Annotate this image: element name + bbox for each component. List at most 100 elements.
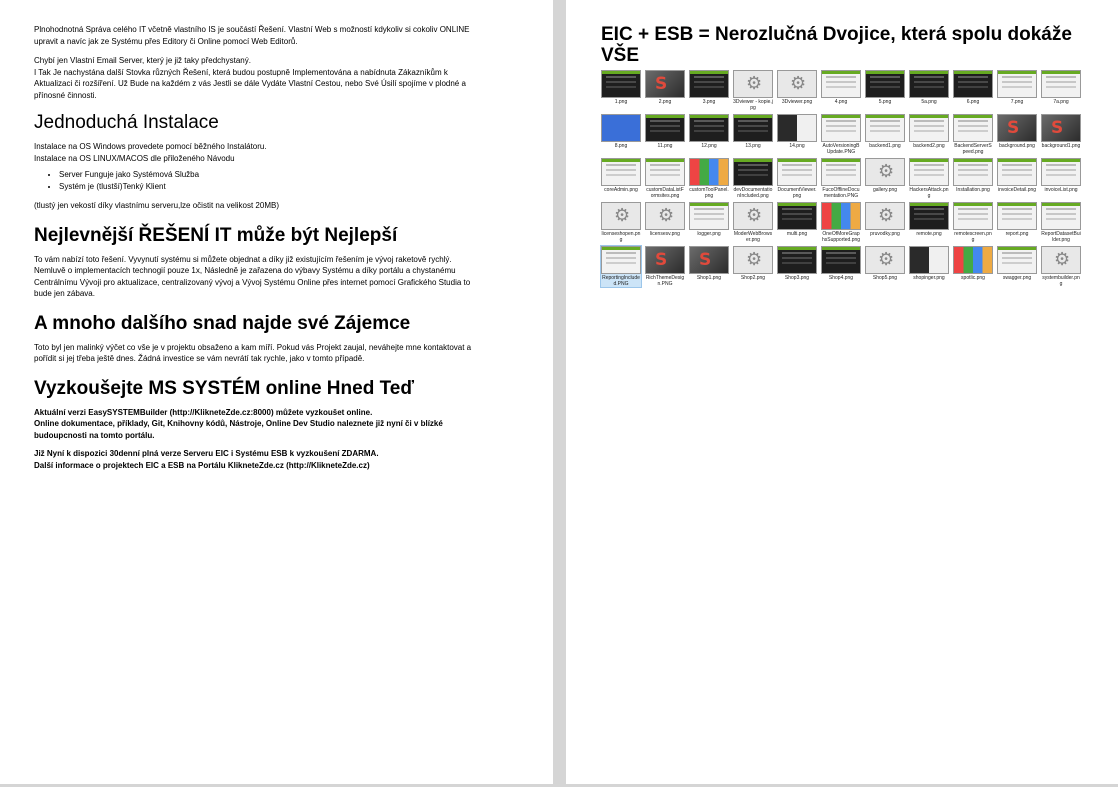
thumbnail-image[interactable] [777, 114, 817, 142]
thumbnail-image[interactable] [689, 202, 729, 230]
thumbnail-item[interactable]: 3.png [689, 70, 729, 111]
thumbnail-image[interactable]: ⚙ [733, 202, 773, 230]
thumbnail-item[interactable]: S RichThemeDesign.PNG [645, 246, 685, 287]
thumbnail-item[interactable]: ⚙ gallery.png [865, 158, 905, 199]
thumbnail-item[interactable]: backend2.png [909, 114, 949, 155]
thumbnail-image[interactable] [909, 158, 949, 186]
thumbnail-item[interactable]: 8.png [601, 114, 641, 155]
thumbnail-item[interactable]: ⚙ 3Dviewer.png [777, 70, 817, 111]
thumbnail-image[interactable]: ⚙ [733, 246, 773, 274]
thumbnail-image[interactable]: ⚙ [733, 70, 773, 98]
thumbnail-item[interactable]: Shop3.png [777, 246, 817, 287]
thumbnail-image[interactable] [821, 114, 861, 142]
thumbnail-image[interactable] [997, 202, 1037, 230]
thumbnail-item[interactable]: ReportDatasetBuilder.png [1041, 202, 1081, 243]
thumbnail-item[interactable]: ⚙ Shop2.png [733, 246, 773, 287]
thumbnail-image[interactable]: ⚙ [777, 70, 817, 98]
thumbnail-image[interactable]: ⚙ [1041, 246, 1081, 274]
thumbnail-item[interactable]: remotescreen.png [953, 202, 993, 243]
thumbnail-item[interactable]: Sbackground.png [997, 114, 1037, 155]
thumbnail-image[interactable] [601, 158, 641, 186]
thumbnail-image[interactable] [689, 70, 729, 98]
thumbnail-item[interactable]: ⚙ licensesv.png [645, 202, 685, 243]
thumbnail-item[interactable]: ⚙ pruvodky.png [865, 202, 905, 243]
thumbnail-image[interactable] [909, 202, 949, 230]
thumbnail-image[interactable] [821, 158, 861, 186]
thumbnail-image[interactable]: S [645, 70, 685, 98]
thumbnail-image[interactable] [909, 70, 949, 98]
thumbnail-image[interactable] [733, 158, 773, 186]
thumbnail-item[interactable]: OneOfMoreGraphsSupported.png [821, 202, 861, 243]
thumbnail-image[interactable]: ⚙ [601, 202, 641, 230]
thumbnail-image[interactable] [865, 114, 905, 142]
thumbnail-item[interactable]: multi.png [777, 202, 817, 243]
thumbnail-image[interactable]: S [1041, 114, 1081, 142]
thumbnail-item[interactable]: customDataListFormsites.png [645, 158, 685, 199]
thumbnail-item[interactable]: 5.png [865, 70, 905, 111]
thumbnail-image[interactable] [689, 114, 729, 142]
thumbnail-image[interactable] [777, 202, 817, 230]
thumbnail-item[interactable]: 14.png [777, 114, 817, 155]
thumbnail-item[interactable]: S Shop1.png [689, 246, 729, 287]
thumbnail-item[interactable]: customToolPanel.png [689, 158, 729, 199]
thumbnail-image[interactable] [997, 158, 1037, 186]
thumbnail-image[interactable] [997, 246, 1037, 274]
thumbnail-image[interactable]: ⚙ [865, 202, 905, 230]
thumbnail-image[interactable] [953, 158, 993, 186]
thumbnail-item[interactable]: swagger.png [997, 246, 1037, 287]
thumbnail-item[interactable]: logger.png [689, 202, 729, 243]
thumbnail-item[interactable]: 1.png [601, 70, 641, 111]
thumbnail-image[interactable]: S [997, 114, 1037, 142]
thumbnail-image[interactable] [953, 70, 993, 98]
thumbnail-image[interactable] [865, 70, 905, 98]
thumbnail-item[interactable]: HackersAttack.png [909, 158, 949, 199]
thumbnail-item[interactable]: 11.png [645, 114, 685, 155]
thumbnail-item[interactable]: ⚙ ModerWebBrowser.png [733, 202, 773, 243]
thumbnail-image[interactable]: S [645, 246, 685, 274]
thumbnail-image[interactable] [821, 70, 861, 98]
thumbnail-image[interactable] [601, 246, 641, 274]
thumbnail-item[interactable]: shopinger.png [909, 246, 949, 287]
thumbnail-image[interactable] [601, 114, 641, 142]
thumbnail-item[interactable]: 7.png [997, 70, 1037, 111]
thumbnail-item[interactable]: S 2.png [645, 70, 685, 111]
thumbnail-image[interactable]: ⚙ [865, 246, 905, 274]
thumbnail-image[interactable] [645, 114, 685, 142]
thumbnail-item[interactable]: invoiceDetail.png [997, 158, 1037, 199]
thumbnail-item[interactable]: Sbackground1.png [1041, 114, 1081, 155]
thumbnail-image[interactable] [645, 158, 685, 186]
thumbnail-item[interactable]: ⚙ Shop5.png [865, 246, 905, 287]
thumbnail-image[interactable] [953, 114, 993, 142]
thumbnail-item[interactable]: ReportingIncluded.PNG [600, 245, 642, 288]
thumbnail-item[interactable]: 7a.png [1041, 70, 1081, 111]
thumbnail-image[interactable] [821, 202, 861, 230]
thumbnail-item[interactable]: DocumentViewer.png [777, 158, 817, 199]
thumbnail-item[interactable]: 4.png [821, 70, 861, 111]
thumbnail-image[interactable]: ⚙ [865, 158, 905, 186]
thumbnail-item[interactable]: 5a.png [909, 70, 949, 111]
thumbnail-item[interactable]: 12.png [689, 114, 729, 155]
thumbnail-item[interactable]: backend1.png [865, 114, 905, 155]
thumbnail-item[interactable]: Installation.png [953, 158, 993, 199]
thumbnail-image[interactable] [1041, 158, 1081, 186]
thumbnail-item[interactable]: 6.png [953, 70, 993, 111]
thumbnail-image[interactable]: ⚙ [645, 202, 685, 230]
thumbnail-item[interactable]: BackendServerSpeed.png [953, 114, 993, 155]
thumbnail-item[interactable]: remote.png [909, 202, 949, 243]
thumbnail-item[interactable]: FucoOfflineDocumentation.PNG [821, 158, 861, 199]
thumbnail-item[interactable]: Shop4.png [821, 246, 861, 287]
thumbnail-image[interactable] [909, 246, 949, 274]
thumbnail-image[interactable] [689, 158, 729, 186]
thumbnail-item[interactable]: ⚙ systembuilder.png [1041, 246, 1081, 287]
thumbnail-image[interactable] [953, 202, 993, 230]
thumbnail-item[interactable]: devDocumentationIncluded.png [733, 158, 773, 199]
thumbnail-image[interactable] [997, 70, 1037, 98]
thumbnail-item[interactable]: coreAdmin.png [601, 158, 641, 199]
thumbnail-item[interactable]: ⚙ licenseshopen.png [601, 202, 641, 243]
thumbnail-image[interactable] [733, 114, 773, 142]
thumbnail-image[interactable] [1041, 70, 1081, 98]
thumbnail-item[interactable]: spotlic.png [953, 246, 993, 287]
thumbnail-image[interactable]: S [689, 246, 729, 274]
thumbnail-image[interactable] [1041, 202, 1081, 230]
thumbnail-item[interactable]: 13.png [733, 114, 773, 155]
